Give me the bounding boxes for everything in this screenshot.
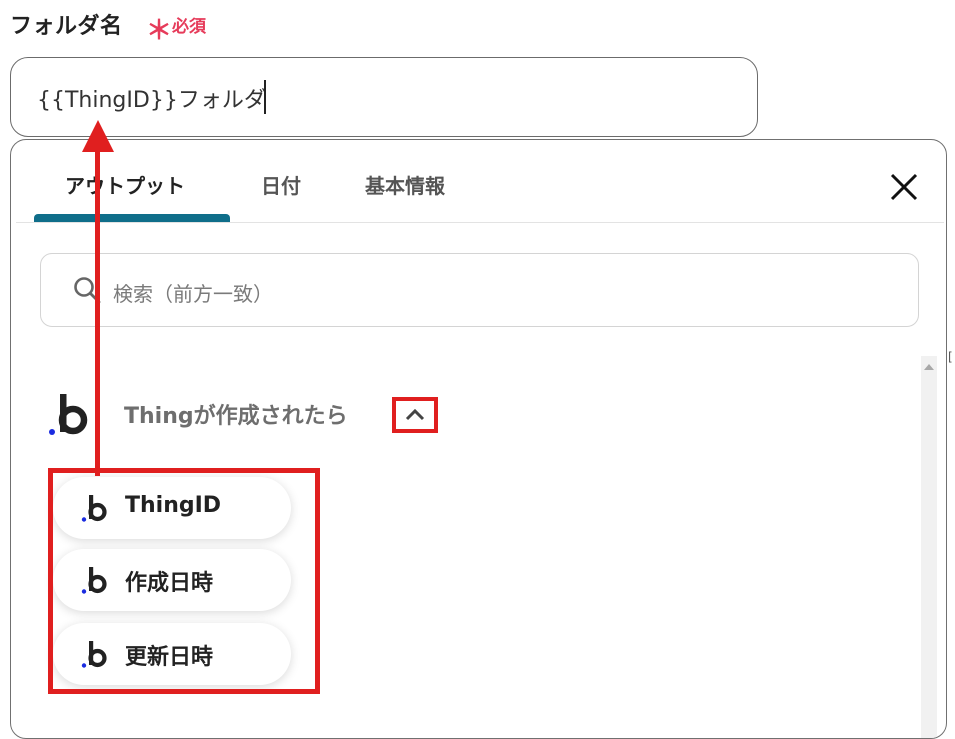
- output-item-label: 作成日時: [125, 571, 214, 596]
- output-item-thingid[interactable]: ThingID: [53, 477, 291, 539]
- close-icon: [890, 173, 918, 201]
- tab-output[interactable]: アウトプット: [65, 170, 185, 199]
- field-label: フォルダ名: [10, 14, 123, 39]
- chevron-up-icon: [405, 408, 425, 421]
- output-picker-panel: アウトプット 日付 基本情報 検索（前方一致） Thingが作成されたら Thi…: [10, 139, 947, 739]
- output-item-label: 更新日時: [125, 645, 214, 670]
- required-star: ＊: [146, 16, 173, 46]
- close-button[interactable]: [887, 170, 921, 204]
- scrollbar[interactable]: [921, 356, 937, 738]
- app-logo-icon: [81, 641, 107, 668]
- annotation-arrow-line: [95, 146, 100, 476]
- collapse-button[interactable]: [392, 397, 438, 433]
- edge-mark: [: [948, 350, 953, 364]
- app-logo-icon: [81, 567, 107, 594]
- tab-date[interactable]: 日付: [261, 170, 301, 199]
- tab-divider: [16, 222, 944, 223]
- app-logo-icon: [49, 394, 88, 435]
- app-logo-icon: [81, 495, 107, 522]
- folder-name-input[interactable]: {{ThingID}}フォルダ: [10, 57, 758, 137]
- output-item-updated-at[interactable]: 更新日時: [53, 623, 291, 685]
- tab-basic-info[interactable]: 基本情報: [365, 170, 445, 199]
- active-tab-indicator: [34, 214, 230, 222]
- section-title: Thingが作成されたら: [124, 404, 348, 429]
- folder-name-value: {{ThingID}}フォルダ: [37, 88, 266, 113]
- scroll-up-arrow[interactable]: [924, 364, 934, 370]
- text-caret: [264, 80, 266, 114]
- output-item-label: ThingID: [125, 493, 222, 518]
- output-item-created-at[interactable]: 作成日時: [53, 549, 291, 611]
- required-text: 必須: [172, 17, 206, 37]
- search-input[interactable]: 検索（前方一致）: [40, 253, 919, 327]
- annotation-arrow-head: [82, 120, 114, 152]
- search-placeholder: 検索（前方一致）: [113, 282, 273, 306]
